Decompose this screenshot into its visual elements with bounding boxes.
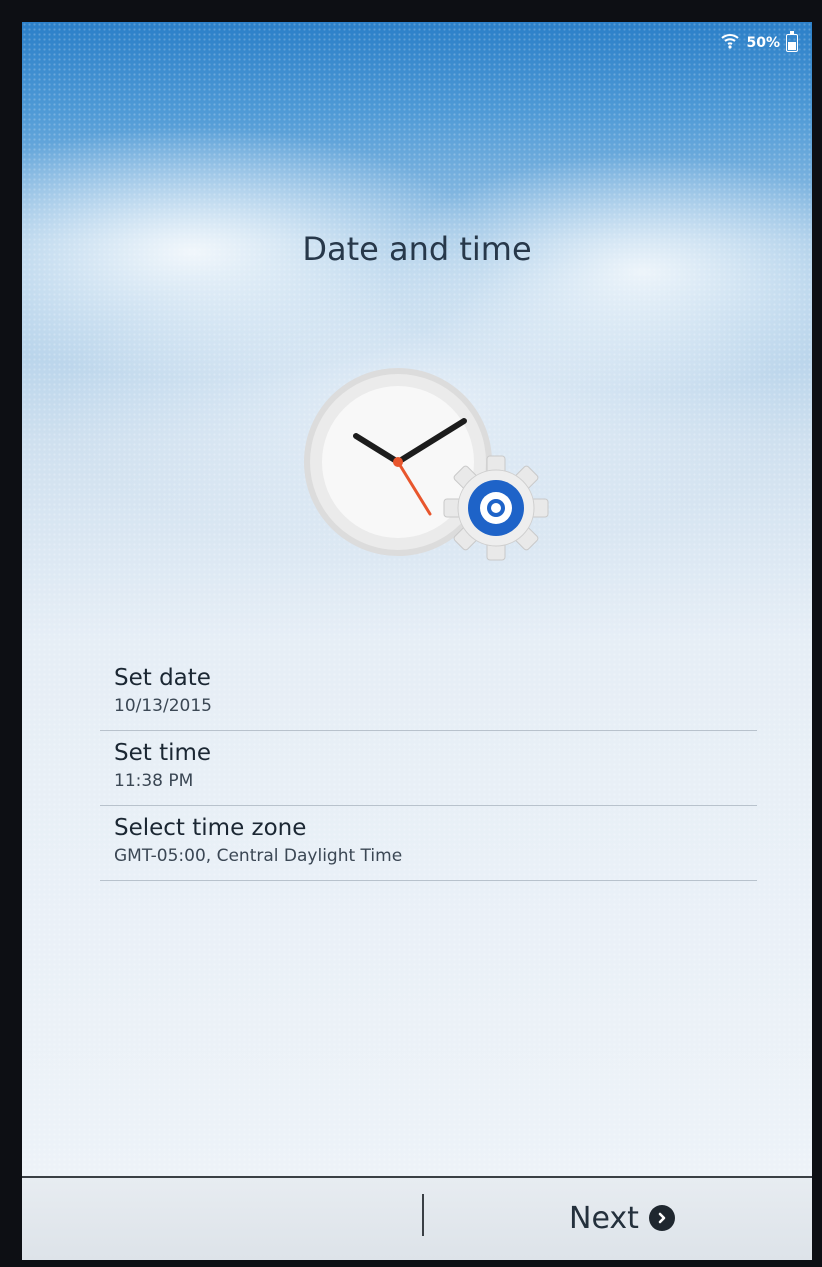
set-date-label: Set date [114,665,211,691]
battery-level-fill [788,42,796,50]
next-button[interactable]: Next [522,1178,722,1258]
select-time-zone-item[interactable]: Select time zone GMT-05:00, Central Dayl… [100,806,757,881]
set-time-label: Set time [114,740,212,766]
settings-list: Set date 10/13/2015 Set time 11:38 PM Se… [100,662,757,881]
bottom-bar-divider [422,1194,424,1236]
screen: 50% Date and time Set date 10/13/2015 Se… [22,22,812,1260]
chevron-right-circle-icon [648,1205,675,1231]
wifi-icon [720,31,740,55]
bottom-navigation-bar: Next [22,1176,812,1260]
set-date-item[interactable]: Set date 10/13/2015 [100,662,757,731]
set-time-item[interactable]: Set time 11:38 PM [100,731,757,806]
select-time-zone-label: Select time zone [114,815,307,841]
set-time-value: 11:38 PM [114,771,194,791]
select-time-zone-value: GMT-05:00, Central Daylight Time [114,846,403,866]
gear-icon [443,455,549,561]
battery-icon [786,31,798,52]
set-date-value: 10/13/2015 [114,696,212,716]
battery-percentage: 50% [746,35,780,51]
page-title: Date and time [302,230,532,268]
clock-illustration [300,364,570,568]
next-button-label: Next [569,1200,639,1236]
status-bar: 50% [720,30,798,56]
